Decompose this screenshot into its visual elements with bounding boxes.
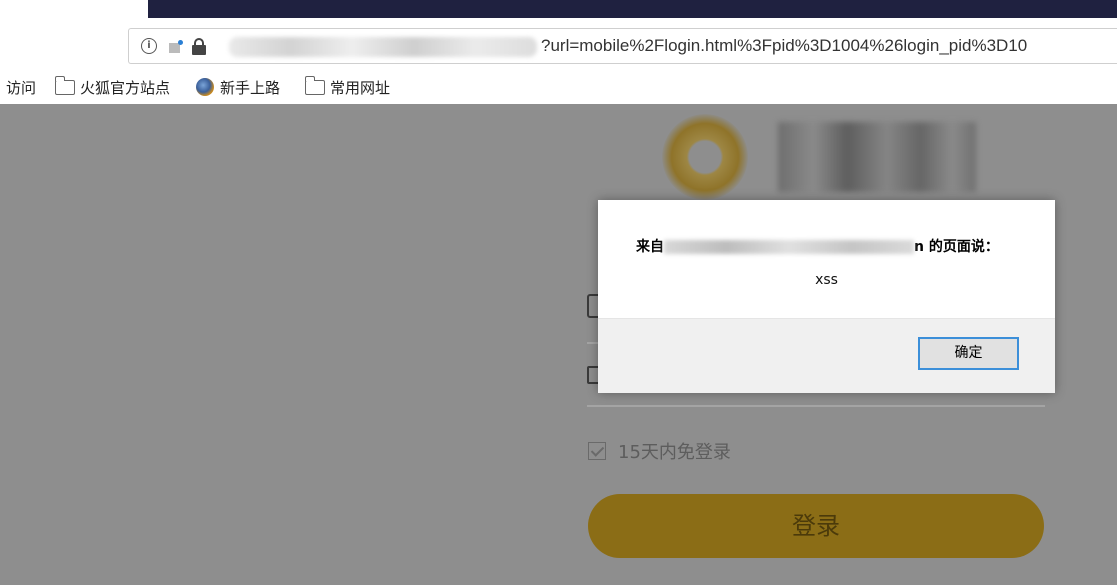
folder-icon <box>54 75 75 95</box>
remember-checkbox[interactable] <box>588 442 606 460</box>
lock-icon[interactable] <box>191 38 207 55</box>
redacted-url-segment <box>229 37 537 57</box>
alert-title-prefix: 来自 <box>636 239 664 255</box>
remember-label: 15天内免登录 <box>618 442 731 463</box>
url-text[interactable]: ?url=mobile%2Flogin.html%3Fpid%3D1004%26… <box>541 36 1027 56</box>
site-logo <box>662 114 748 200</box>
redacted-domain <box>664 240 914 254</box>
alert-title: 来自 n 的页面说： <box>636 236 999 256</box>
remember-login-option[interactable]: 15天内免登录 <box>588 438 731 464</box>
alert-footer: 确定 <box>598 318 1055 393</box>
folder-icon <box>304 75 325 95</box>
bookmark-getting-started[interactable]: 新手上路 <box>196 76 280 98</box>
bookmarks-toolbar: 访问 火狐官方站点 新手上路 常用网址 <box>0 72 1117 104</box>
password-field-underline <box>587 405 1045 407</box>
alert-message: xss <box>815 272 838 288</box>
ok-button[interactable]: 确定 <box>918 337 1019 370</box>
login-button[interactable]: 登录 <box>588 494 1044 558</box>
bookmark-label: 访问 <box>6 78 37 97</box>
info-icon[interactable]: i <box>141 38 157 54</box>
bookmark-label: 常用网址 <box>330 78 391 97</box>
bookmark-visit[interactable]: 访问 <box>6 76 36 98</box>
alert-title-suffix: n 的页面说： <box>914 239 999 255</box>
bookmark-label: 火狐官方站点 <box>80 78 171 97</box>
bookmark-label: 新手上路 <box>220 78 281 97</box>
address-bar[interactable]: i ?url=mobile%2Flogin.html%3Fpid%3D1004%… <box>128 28 1117 64</box>
bookmark-common-sites[interactable]: 常用网址 <box>304 75 391 98</box>
redacted-logo-text <box>778 122 976 192</box>
window-titlebar <box>148 0 1117 18</box>
permissions-icon[interactable] <box>167 38 183 54</box>
bookmark-firefox-site[interactable]: 火狐官方站点 <box>54 75 171 98</box>
alert-dialog: 来自 n 的页面说： xss 确定 <box>598 200 1055 393</box>
firefox-globe-icon <box>196 78 214 96</box>
